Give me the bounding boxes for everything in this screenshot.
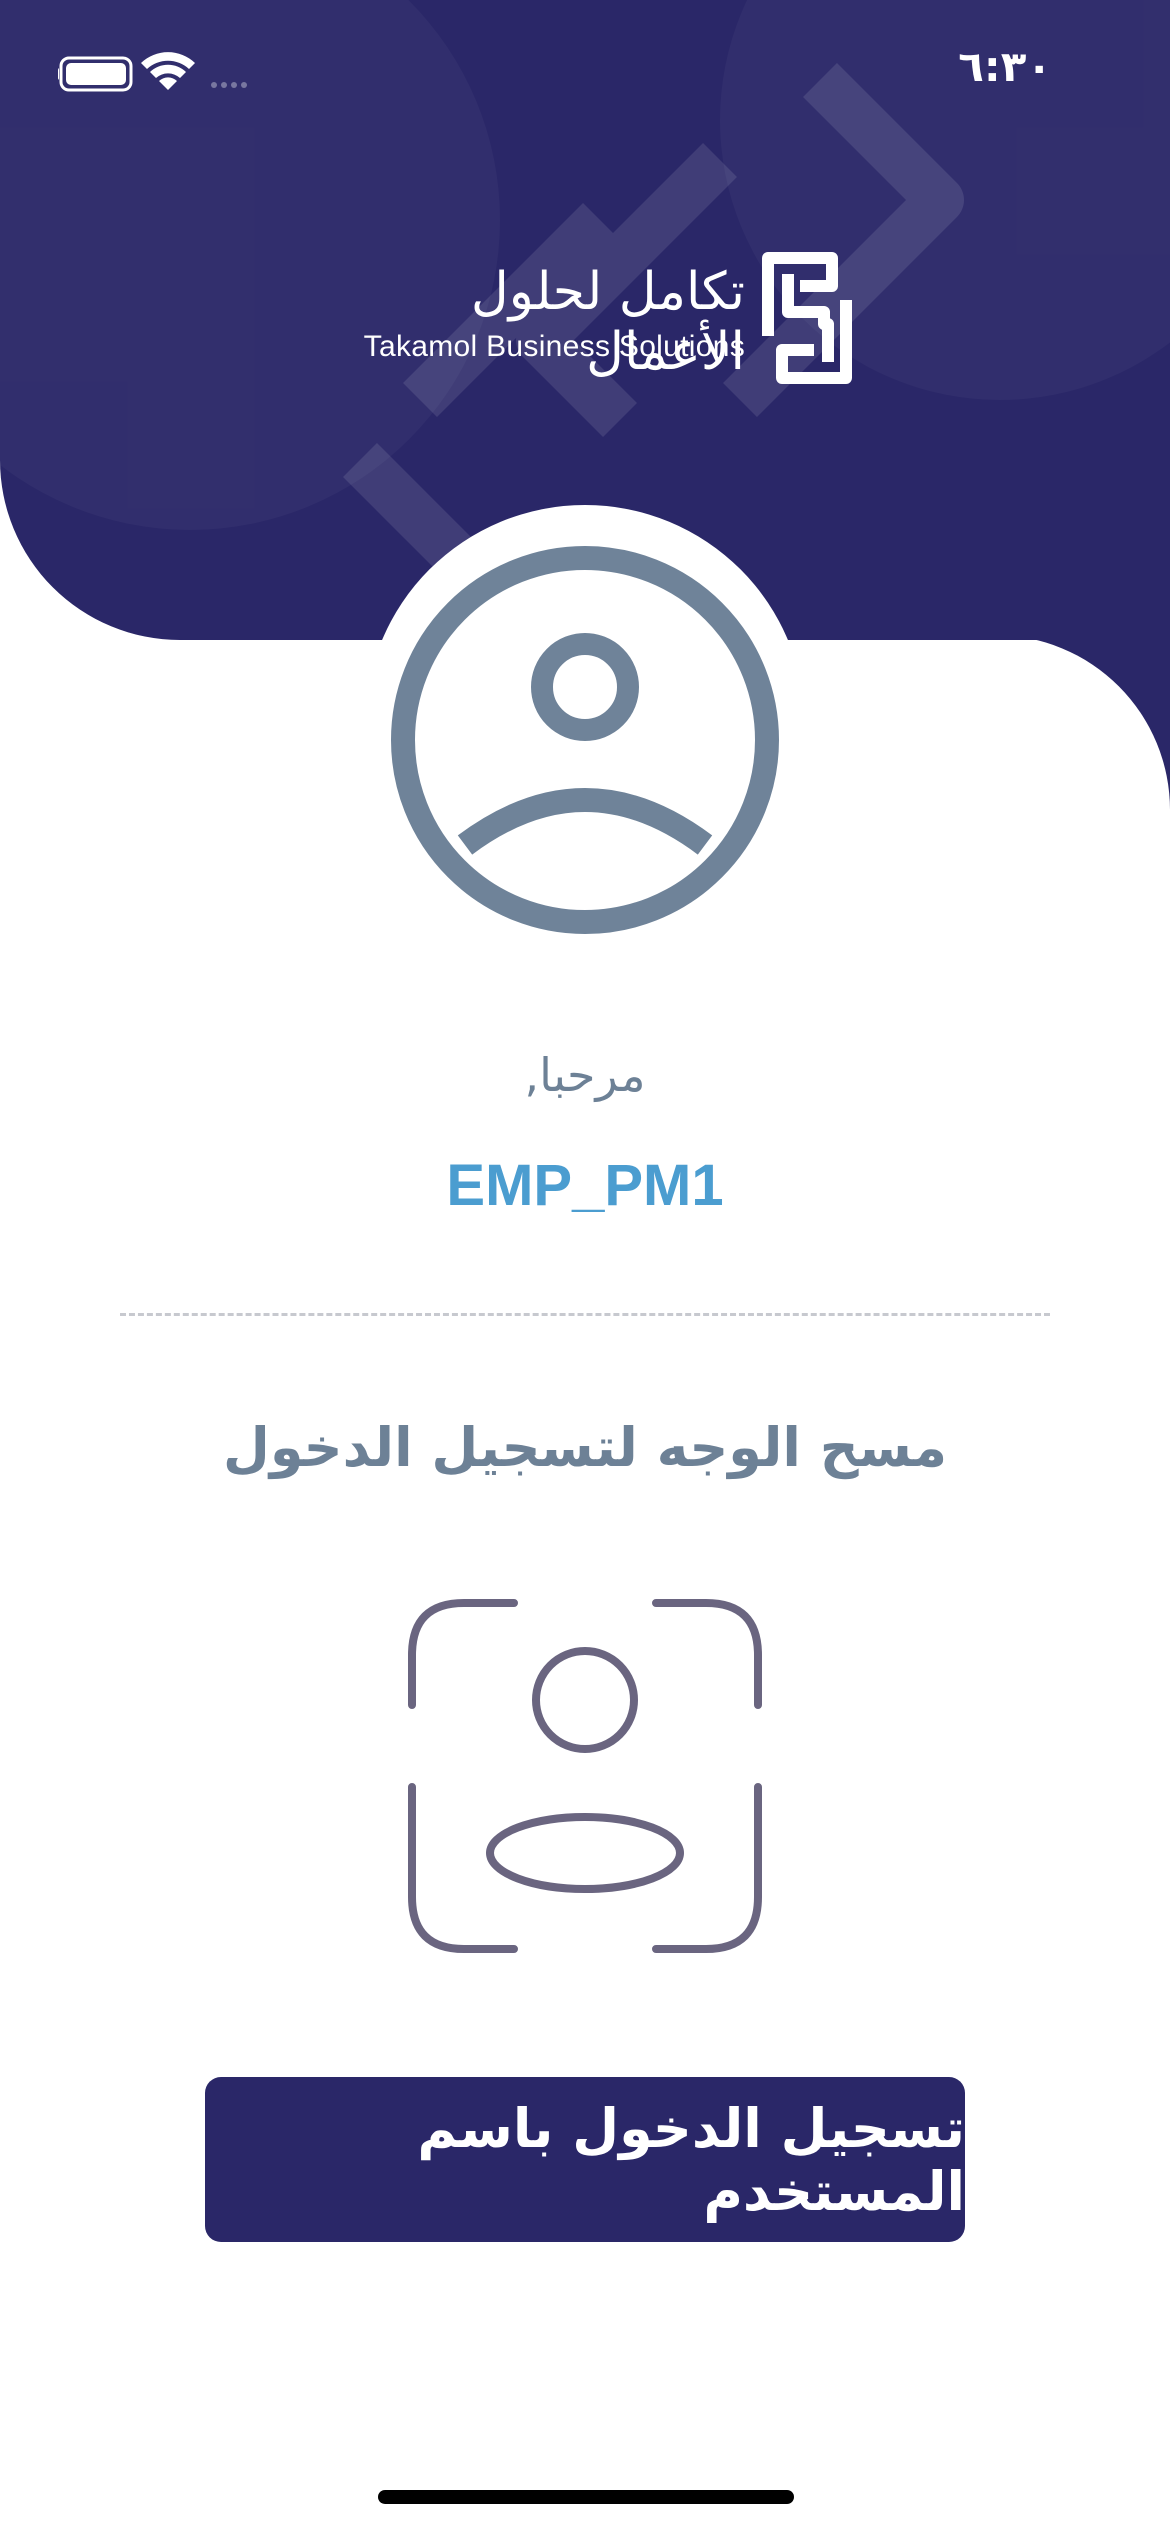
face-login-title: مسح الوجه لتسجيل الدخول bbox=[222, 1416, 948, 1479]
user-avatar-icon bbox=[391, 546, 779, 934]
status-time: ٦:٣٠ bbox=[958, 42, 1052, 91]
username-login-button[interactable]: تسجيل الدخول باسم المستخدم bbox=[205, 2077, 965, 2242]
brand-logo-icon bbox=[762, 252, 852, 384]
face-id-button[interactable] bbox=[404, 1595, 766, 1957]
content-curve-corner bbox=[790, 635, 1170, 1015]
wifi-icon bbox=[141, 52, 195, 90]
welcome-greeting: مرحبا, bbox=[524, 1048, 646, 1102]
battery-icon bbox=[58, 56, 133, 92]
signal-dots-icon bbox=[211, 82, 247, 88]
login-screen: ٦:٣٠ تكامل لحلول الأعمال Takamol Busines… bbox=[0, 0, 1170, 2532]
username-label: EMP_PM1 bbox=[446, 1153, 724, 1218]
home-indicator[interactable] bbox=[378, 2490, 794, 2504]
brand-english-name: Takamol Business Solutions bbox=[363, 330, 745, 363]
status-icons bbox=[58, 52, 247, 92]
face-id-icon bbox=[408, 1599, 762, 1953]
brand-arabic-name: تكامل لحلول الأعمال bbox=[470, 262, 745, 382]
dashed-divider bbox=[120, 1313, 1050, 1316]
